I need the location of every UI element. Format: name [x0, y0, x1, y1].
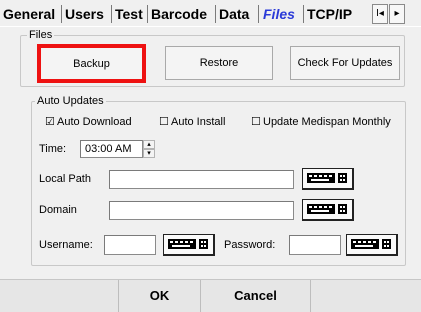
username-label: Username: [39, 239, 93, 251]
time-label: Time: [39, 143, 67, 155]
domain-input[interactable] [109, 201, 294, 220]
local-path-label: Local Path [39, 173, 91, 185]
arrow-down-icon: ▾ [147, 150, 151, 157]
local-path-keyboard-button[interactable] [302, 168, 354, 190]
auto-updates-legend: Auto Updates [35, 94, 106, 108]
cancel-button-label: Cancel [234, 288, 277, 303]
tab-separator [61, 5, 62, 23]
time-input[interactable]: 03:00 AM [80, 140, 143, 158]
ok-button[interactable]: OK [119, 280, 200, 312]
chevron-right-icon: ▸ [394, 8, 400, 19]
time-spin-down-button[interactable]: ▾ [143, 149, 155, 158]
bottom-bar: OK Cancel [0, 279, 421, 312]
password-keyboard-button[interactable] [346, 234, 398, 256]
backup-highlight [37, 44, 146, 83]
tab-separator [147, 5, 148, 23]
domain-label: Domain [39, 204, 77, 216]
tab-scroll-right-button[interactable]: ▸ [389, 4, 405, 24]
restore-button[interactable]: Restore [165, 46, 273, 80]
tab-barcode[interactable]: Barcode [151, 6, 207, 22]
password-label: Password: [224, 239, 276, 251]
bottom-divider [310, 280, 311, 312]
tab-scroll-left-button[interactable]: I◂ [372, 4, 388, 24]
domain-keyboard-button[interactable] [302, 199, 354, 221]
tab-bar: General Users Test Barcode Data Files TC… [0, 0, 421, 24]
check-for-updates-label: Check For Updates [297, 57, 393, 69]
keyboard-icon [307, 173, 347, 183]
tab-separator [303, 5, 304, 23]
keyboard-icon [168, 239, 208, 249]
checkmark-icon: ☑ [45, 116, 55, 128]
arrow-up-icon: ▴ [147, 141, 151, 148]
ok-button-label: OK [149, 288, 170, 303]
tab-files[interactable]: Files [263, 6, 295, 22]
local-path-input[interactable] [109, 170, 294, 189]
tab-panel-border [0, 26, 421, 27]
tab-data[interactable]: Data [219, 6, 249, 22]
files-group-legend: Files [27, 28, 55, 42]
tab-separator [215, 5, 216, 23]
auto-download-label: Auto Download [57, 116, 132, 128]
auto-download-checkbox[interactable]: ☑ Auto Download [45, 115, 132, 129]
keyboard-icon [307, 204, 347, 214]
auto-install-label: Auto Install [171, 116, 226, 128]
password-input[interactable] [289, 235, 341, 255]
auto-install-checkbox[interactable]: ☐ Auto Install [159, 115, 225, 129]
tab-users[interactable]: Users [65, 6, 104, 22]
chevron-left-icon: I◂ [376, 8, 384, 19]
checkbox-empty-icon: ☐ [159, 116, 169, 128]
tab-tcpip[interactable]: TCP/IP [307, 6, 352, 22]
restore-button-label: Restore [199, 57, 239, 69]
username-input[interactable] [104, 235, 156, 255]
keyboard-icon [351, 239, 391, 249]
tab-general[interactable]: General [3, 6, 55, 22]
tab-test[interactable]: Test [115, 6, 143, 22]
update-medispan-checkbox[interactable]: ☐ Update Medispan Monthly [251, 115, 391, 129]
time-spin-up-button[interactable]: ▴ [143, 140, 155, 149]
tab-separator [111, 5, 112, 23]
check-for-updates-button[interactable]: Check For Updates [290, 46, 400, 80]
update-medispan-label: Update Medispan Monthly [263, 116, 391, 128]
checkbox-empty-icon: ☐ [251, 116, 261, 128]
username-keyboard-button[interactable] [163, 234, 215, 256]
cancel-button[interactable]: Cancel [201, 280, 310, 312]
tab-separator [258, 5, 259, 23]
